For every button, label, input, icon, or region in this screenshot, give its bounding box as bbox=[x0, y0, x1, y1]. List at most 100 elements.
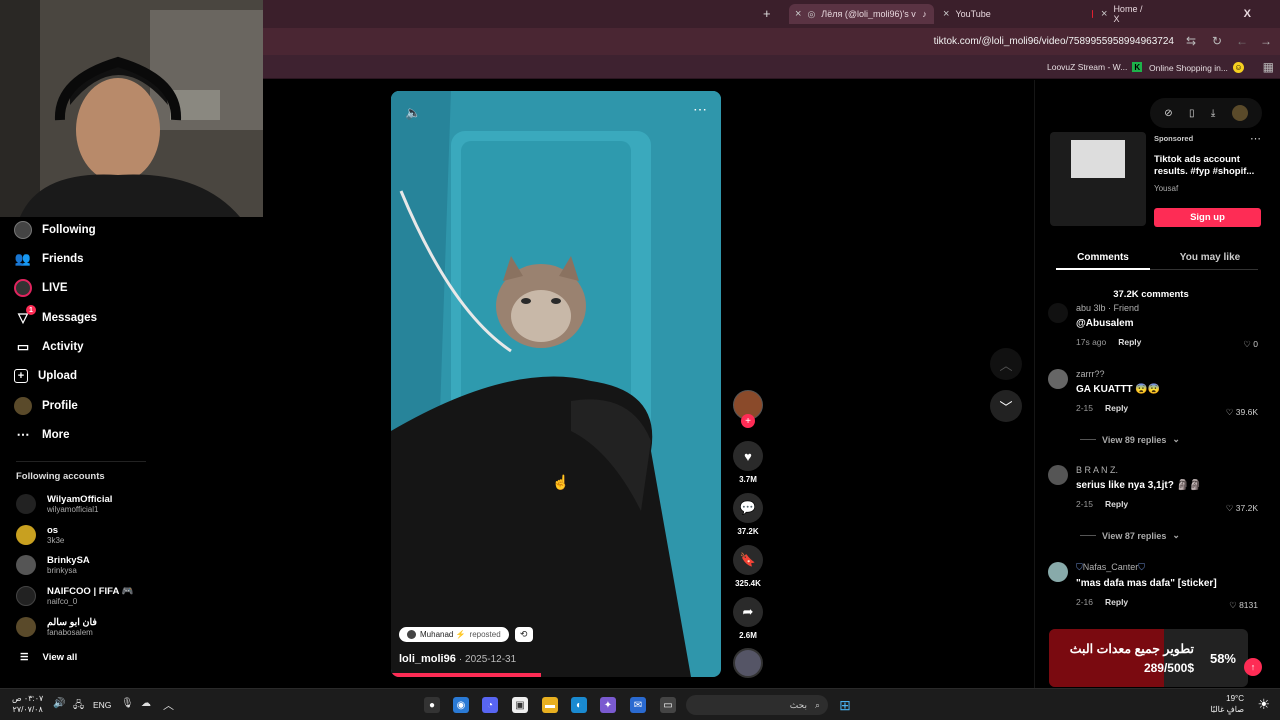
sponsored-title[interactable]: Tiktok ads account results. #fyp #shopif… bbox=[1154, 154, 1258, 178]
url-text[interactable]: tiktok.com/@loli_moli96/video/7589955958… bbox=[934, 36, 1174, 47]
close-tab-icon[interactable]: × bbox=[943, 8, 949, 20]
heart-icon: ♥ bbox=[733, 441, 763, 471]
nav-following[interactable]: Following bbox=[14, 220, 96, 240]
reply-button[interactable]: Reply bbox=[1105, 597, 1128, 607]
following-account[interactable]: BrinkySA brinkysa bbox=[16, 555, 90, 575]
tab-youtube[interactable]: × YouTube bbox=[943, 4, 1093, 24]
following-account[interactable]: NAIFCOO | FIFA 🎮 naifco_0 bbox=[16, 586, 133, 606]
like-button[interactable]: ♥ 3.7M bbox=[732, 441, 764, 484]
comment-like-button[interactable]: ♡ 39.6K bbox=[1226, 407, 1258, 418]
network-icon[interactable]: 🖧 bbox=[73, 698, 84, 715]
discord-icon[interactable]: ◔ bbox=[482, 697, 498, 713]
follow-plus-icon[interactable]: + bbox=[741, 414, 755, 428]
outlook-icon[interactable]: ✉ bbox=[630, 697, 646, 713]
view-replies-label: View 89 replies bbox=[1102, 434, 1167, 445]
view-all-link[interactable]: ☰ View all bbox=[20, 652, 77, 663]
chrome-icon[interactable]: ◉ bbox=[453, 697, 469, 713]
comment-user[interactable]: ⛉Nafas_Canter⛉ bbox=[1076, 562, 1258, 573]
translate-icon[interactable]: ⇆ bbox=[1186, 34, 1196, 48]
heart-outline-icon: ♡ bbox=[1225, 407, 1234, 417]
nav-label: Messages bbox=[42, 312, 97, 324]
close-tab-icon[interactable]: × bbox=[1101, 8, 1107, 20]
reply-button[interactable]: Reply bbox=[1118, 337, 1141, 347]
nav-friends[interactable]: 👥 Friends bbox=[14, 249, 84, 269]
save-button[interactable]: 🔖 325.4K bbox=[732, 545, 764, 588]
creator-avatar-button[interactable]: + bbox=[732, 390, 764, 428]
next-video-icon[interactable]: ﹀ bbox=[990, 390, 1022, 422]
share-button[interactable]: ➦ 2.6M bbox=[732, 597, 764, 640]
taskbar-search[interactable]: بحث ⌕ bbox=[686, 695, 828, 715]
sponsored-thumbnail[interactable] bbox=[1050, 132, 1146, 226]
scroll-top-icon[interactable]: ↑ bbox=[1244, 658, 1262, 676]
following-account[interactable]: فان ابو سالم fanabosalem bbox=[16, 617, 97, 637]
comment-date: 2-15 bbox=[1076, 499, 1094, 509]
comment-user[interactable]: abu 3lb · Friend bbox=[1076, 303, 1258, 313]
task-view-icon[interactable]: ▭ bbox=[660, 697, 676, 713]
nav-more[interactable]: ⋯ More bbox=[14, 425, 70, 445]
following-account[interactable]: os 3k3e bbox=[16, 525, 64, 545]
heart-outline-icon: ♡ bbox=[1243, 339, 1251, 349]
obs-icon[interactable]: ● bbox=[424, 697, 440, 713]
tab-tiktok[interactable]: × ◎ Лёля (@loli_moli96)'s video ♪ bbox=[789, 4, 934, 24]
phone-icon[interactable]: ▯ bbox=[1189, 108, 1195, 119]
language-indicator[interactable]: ENG bbox=[93, 700, 111, 710]
comment-user[interactable]: B R A N Z. bbox=[1076, 465, 1258, 475]
back-icon[interactable]: ← bbox=[1236, 34, 1248, 48]
sound-button[interactable] bbox=[732, 648, 764, 678]
close-tab-icon[interactable]: × bbox=[795, 8, 801, 20]
repost-icon[interactable]: ⟲ bbox=[514, 627, 533, 642]
bookmark-item[interactable]: Online Shopping in... ☺ bbox=[1149, 62, 1244, 73]
nav-profile[interactable]: Profile bbox=[14, 396, 78, 416]
nav-live[interactable]: LIVE bbox=[14, 278, 68, 298]
copilot-icon[interactable]: ✦ bbox=[600, 697, 616, 713]
mute-icon[interactable]: 🔈 bbox=[405, 105, 421, 121]
compass-icon[interactable]: ⊘ bbox=[1164, 108, 1172, 119]
reload-icon[interactable]: ↻ bbox=[1212, 34, 1222, 48]
ad-image bbox=[1071, 140, 1125, 178]
forward-icon[interactable]: → bbox=[1260, 34, 1272, 48]
show-hidden-icons-chevron-icon[interactable]: ︿ bbox=[163, 697, 174, 713]
new-tab-icon[interactable]: + bbox=[763, 6, 771, 21]
comment-user[interactable]: zarrr?? bbox=[1076, 369, 1258, 379]
reply-button[interactable]: Reply bbox=[1105, 403, 1128, 413]
user-avatar[interactable] bbox=[1231, 105, 1248, 121]
file-explorer-icon[interactable]: ▬ bbox=[542, 697, 558, 713]
download-icon[interactable]: ⤓ bbox=[1211, 108, 1215, 119]
tab-comments[interactable]: Comments bbox=[1056, 252, 1150, 263]
video-author[interactable]: loli_moli96 · 2025-12-31 bbox=[399, 653, 516, 665]
windows-start-icon[interactable]: ⊞ bbox=[837, 697, 853, 713]
onedrive-icon[interactable]: ☁ bbox=[141, 698, 151, 709]
repost-user: Muhanad ⚡ bbox=[420, 630, 466, 639]
weather-widget[interactable]: 19°C صافٍ غالبًا bbox=[1210, 693, 1244, 715]
bookmark-item[interactable]: LoovuZ Stream - W... K bbox=[1047, 62, 1143, 72]
reply-button[interactable]: Reply bbox=[1105, 499, 1128, 509]
nav-messages[interactable]: ▽ 1 Messages bbox=[14, 305, 97, 328]
microphone-icon[interactable]: 🎙 bbox=[121, 698, 134, 709]
view-replies-button[interactable]: View 89 replies ⌄ bbox=[1080, 434, 1180, 445]
tab-x[interactable]: × Home / X X bbox=[1101, 4, 1251, 24]
video-player[interactable]: 🔈 ⋯ Muhanad ⚡ reposted ⟲ loli_moli96 · 2… bbox=[391, 91, 721, 677]
taskbar-clock[interactable]: ٠٣:٠٧ ص ٢٧/٠٧/٠٨ bbox=[12, 693, 43, 715]
nav-upload[interactable]: + Upload bbox=[14, 366, 77, 386]
volume-icon[interactable]: 🔊 bbox=[53, 698, 65, 709]
nav-label: More bbox=[42, 429, 70, 441]
nav-activity[interactable]: ▭ Activity bbox=[14, 337, 84, 357]
store-icon[interactable]: ▣ bbox=[512, 697, 528, 713]
comment-like-button[interactable]: ♡ 37.2K bbox=[1226, 503, 1258, 514]
edge-icon[interactable]: ◐ bbox=[571, 697, 587, 713]
comment-like-button[interactable]: ♡ 0 bbox=[1243, 339, 1258, 350]
previous-video-icon[interactable]: ︿ bbox=[990, 348, 1022, 380]
comment-like-button[interactable]: ♡ 8131 bbox=[1229, 600, 1258, 611]
more-options-icon[interactable]: ⋯ bbox=[693, 101, 707, 118]
following-account[interactable]: WilyamOfficial wilyamofficial1 bbox=[16, 494, 112, 514]
sign-up-button[interactable]: Sign up bbox=[1154, 208, 1261, 227]
apps-grid-icon[interactable]: ▦ bbox=[1263, 60, 1274, 74]
repost-badge[interactable]: Muhanad ⚡ reposted ⟲ bbox=[399, 627, 533, 642]
comment-button[interactable]: 💬 37.2K bbox=[732, 493, 764, 536]
tab-you-may-like[interactable]: You may like bbox=[1163, 252, 1257, 263]
ad-more-icon[interactable]: ⋯ bbox=[1250, 132, 1261, 145]
view-replies-button[interactable]: View 87 replies ⌄ bbox=[1080, 530, 1180, 541]
shield-icon: ⛉ bbox=[1138, 562, 1146, 572]
search-icon: ⌕ bbox=[814, 699, 820, 710]
comment-date: 2-16 bbox=[1076, 597, 1094, 607]
